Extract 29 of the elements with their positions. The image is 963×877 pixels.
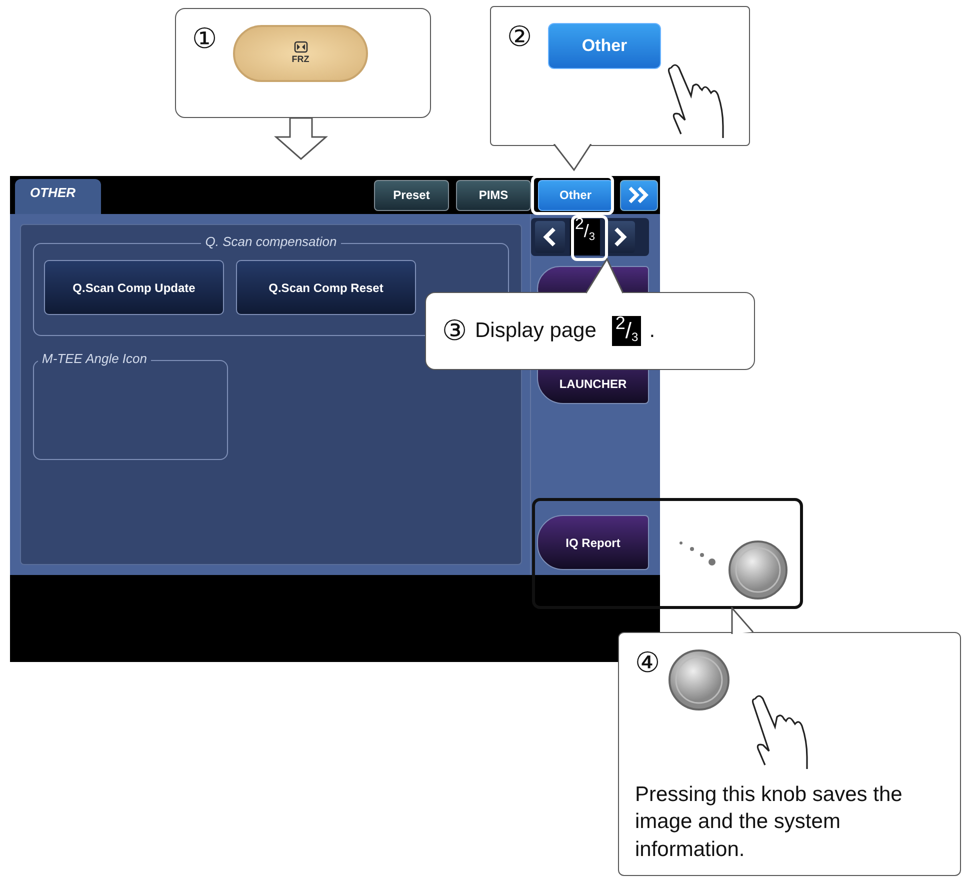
callout-text: Pressing this knob saves the image and the system information. <box>635 782 904 863</box>
freeze-icon <box>294 40 308 53</box>
tab[interactable]: OTHER <box>15 179 101 214</box>
callout-text: Display page <box>475 318 596 344</box>
knob-icon <box>668 649 730 711</box>
previous-button[interactable] <box>535 221 565 253</box>
page-indicator: $^{2}$/$_{3}$ <box>570 219 600 255</box>
scan-button[interactable]: Q.Scan Comp Update <box>44 260 224 315</box>
group-title: Q. Scan compensation <box>201 234 341 249</box>
scan-button[interactable]: Q.Scan Comp Reset <box>236 260 416 315</box>
step-number: ③ <box>442 317 467 345</box>
step-number: ② <box>507 23 532 51</box>
mode-button[interactable]: Preset <box>374 180 449 210</box>
mode-button[interactable]: Other <box>538 180 613 210</box>
next-button[interactable] <box>605 221 635 253</box>
freeze-key[interactable]: FRZ <box>233 25 368 82</box>
chevron-left-icon <box>543 227 557 247</box>
chevron-right-icon <box>613 227 627 247</box>
step-number: ① <box>192 25 217 53</box>
more-button[interactable] <box>620 180 658 210</box>
mode-button[interactable]: PIMS <box>456 180 531 210</box>
page-indicator: $^{2}$/$_{3}$ <box>612 316 642 346</box>
side-button[interactable]: IQ Report <box>537 515 649 570</box>
other-button[interactable]: Other <box>548 23 661 69</box>
knob-icon <box>728 540 788 600</box>
period-text: . <box>649 318 656 344</box>
double-chevron-icon <box>627 186 651 204</box>
group-title: M-TEE Angle Icon <box>38 351 152 366</box>
step-number: ④ <box>635 649 660 677</box>
